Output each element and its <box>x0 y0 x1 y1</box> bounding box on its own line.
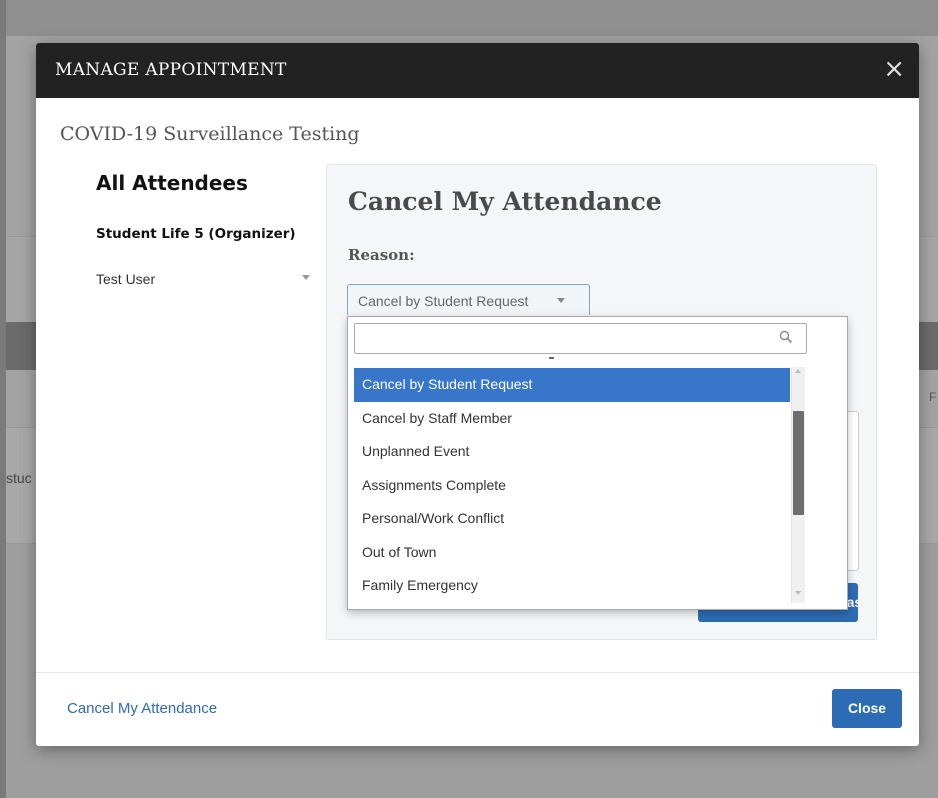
footer-divider <box>36 672 919 673</box>
reason-options-list: Cancel by Student Request Cancel by Staf… <box>354 368 790 603</box>
attendee-item[interactable]: Test User <box>96 271 155 287</box>
scroll-up-icon[interactable] <box>795 369 801 373</box>
backdrop-top-bar <box>6 0 938 36</box>
close-icon[interactable]: × <box>883 55 905 83</box>
reason-option[interactable]: Cancel by Staff Member <box>354 402 790 436</box>
reason-option[interactable]: Assignments Complete <box>354 469 790 503</box>
scrollbar-thumb[interactable] <box>793 411 804 515</box>
chevron-down-icon[interactable] <box>557 298 565 303</box>
reason-select[interactable]: Cancel by Student Request <box>347 284 590 315</box>
reason-option[interactable]: Unplanned Event <box>354 435 790 469</box>
backdrop-column-text: F <box>929 390 937 404</box>
reason-label: Reason: <box>348 246 415 264</box>
dropdown-scrollbar[interactable] <box>791 367 805 603</box>
reason-dropdown: Cancel by Student Request Cancel by Staf… <box>347 316 848 610</box>
close-button[interactable]: Close <box>832 689 902 728</box>
modal-header: MANAGE APPOINTMENT × <box>36 43 919 98</box>
appointment-title: COVID-19 Surveillance Testing <box>60 123 360 145</box>
cancel-my-attendance-link[interactable]: Cancel My Attendance <box>67 700 217 717</box>
search-icon <box>779 330 793 344</box>
chevron-down-icon[interactable] <box>302 275 310 280</box>
modal-title: MANAGE APPOINTMENT <box>55 60 287 80</box>
organizer-name: Student Life 5 (Organizer) <box>96 226 296 242</box>
reason-option[interactable]: Family Emergency <box>354 569 790 603</box>
reason-option[interactable]: Personal/Work Conflict <box>354 502 790 536</box>
manage-appointment-modal: MANAGE APPOINTMENT × COVID-19 Surveillan… <box>36 43 919 746</box>
backdrop-row-text: stuc <box>6 470 32 486</box>
reason-option[interactable]: Out of Town <box>354 536 790 570</box>
reason-search-input[interactable] <box>354 323 807 354</box>
attendees-heading: All Attendees <box>96 171 248 195</box>
reason-option[interactable]: Cancel by Student Request <box>354 368 790 402</box>
panel-heading: Cancel My Attendance <box>348 187 662 216</box>
backdrop-edge <box>0 0 6 798</box>
dropdown-divider <box>549 357 554 359</box>
scroll-down-icon[interactable] <box>795 591 801 595</box>
